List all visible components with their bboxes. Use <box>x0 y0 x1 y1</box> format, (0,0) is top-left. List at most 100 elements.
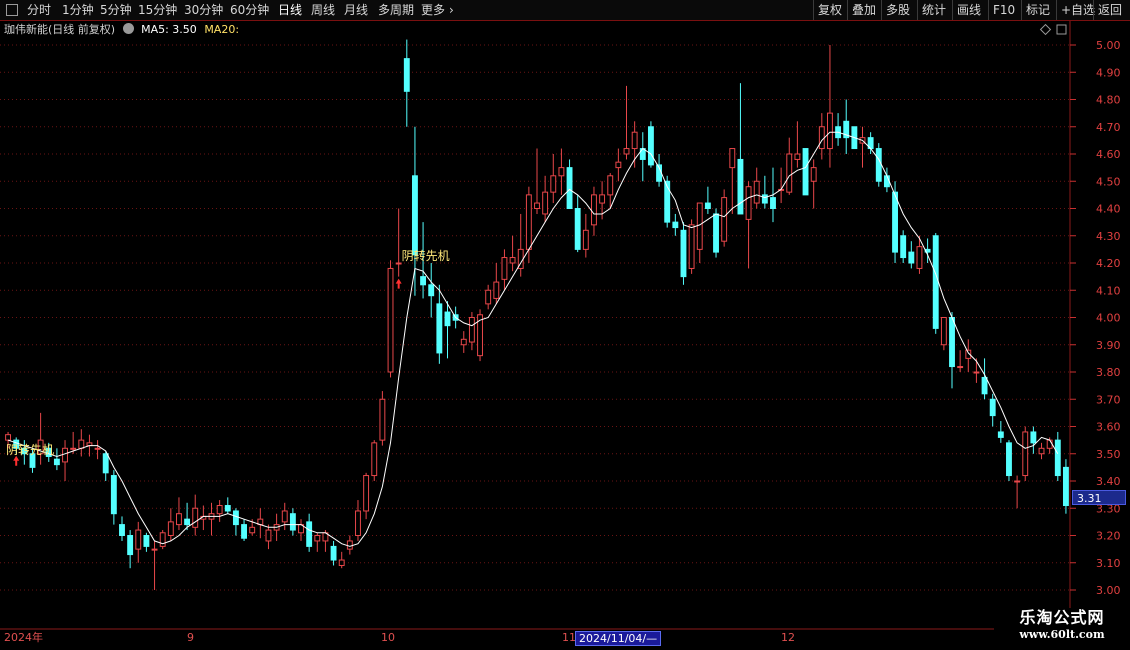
candle-body <box>428 284 435 297</box>
candle-body <box>232 510 239 526</box>
period-tab-4[interactable]: 30分钟 <box>184 0 223 20</box>
candle-body <box>883 175 890 188</box>
period-tab-5[interactable]: 60分钟 <box>230 0 269 20</box>
candle-body <box>176 513 182 526</box>
candle-body <box>485 289 492 305</box>
period-tab-3[interactable]: 15分钟 <box>138 0 177 20</box>
candle-body <box>62 447 68 463</box>
candle-body <box>249 526 256 534</box>
price-label: 3.60 <box>1096 421 1121 434</box>
candle-body <box>411 175 418 256</box>
period-tab-7[interactable]: 周线 <box>311 0 335 20</box>
period-tab-6[interactable]: 日线 <box>278 0 302 20</box>
candle-body <box>582 229 589 250</box>
date-label-nov: 11 <box>562 631 576 644</box>
tool-button-2[interactable]: 多股 <box>881 0 910 20</box>
candle-body <box>102 453 109 474</box>
price-label: 5.00 <box>1096 39 1121 52</box>
candle-body <box>534 202 540 210</box>
candle-body <box>981 376 988 395</box>
candle-body <box>745 186 752 220</box>
price-label: 4.20 <box>1096 257 1121 270</box>
candle-body <box>192 507 199 528</box>
candle-body <box>314 535 321 542</box>
candle-body <box>542 191 549 215</box>
candle-body <box>1062 466 1069 507</box>
candle-body <box>672 221 679 229</box>
tool-button-8[interactable]: 返回 <box>1093 0 1122 20</box>
square-icon[interactable] <box>1056 24 1067 35</box>
period-tab-0[interactable]: 分时 <box>27 0 51 20</box>
tool-button-3[interactable]: 统计 <box>917 0 946 20</box>
period-tab-8[interactable]: 月线 <box>344 0 368 20</box>
price-label: 4.10 <box>1096 284 1121 297</box>
candle-body <box>70 447 77 450</box>
signal-label: 阴转先机 <box>402 248 450 263</box>
price-label: 3.50 <box>1096 448 1121 461</box>
tool-button-6[interactable]: 标记 <box>1021 0 1050 20</box>
ma5-line <box>7 131 1059 547</box>
candle-body <box>493 281 500 299</box>
candle-body <box>908 251 915 264</box>
price-label: 3.20 <box>1096 530 1121 543</box>
candle-body <box>892 191 898 253</box>
candle-body <box>786 153 793 193</box>
watermark-title: 乐淘公式网 <box>1019 608 1105 627</box>
candle-body <box>403 58 410 92</box>
candle-body <box>143 535 150 547</box>
candle-body <box>688 224 695 269</box>
price-axis: 5.00 4.90 4.80 4.70 4.60 4.50 4.40 4.30 4.20 4.10… <box>1069 21 1121 630</box>
candle-body <box>940 317 947 346</box>
tool-button-4[interactable]: 画线 <box>952 0 981 20</box>
candle-body <box>363 475 370 512</box>
candle-body <box>721 197 728 242</box>
candle-body <box>916 246 923 269</box>
date-label-year: 2024年 <box>4 631 43 644</box>
period-tab-9[interactable]: 多周期 <box>378 0 414 20</box>
candle-body <box>802 148 809 196</box>
price-label: 3.90 <box>1096 339 1121 352</box>
candle-body <box>379 398 386 441</box>
tool-button-7[interactable]: +自选 <box>1056 0 1095 20</box>
date-cursor-label: 2024/11/04/— <box>575 631 662 646</box>
tool-button-1[interactable]: 叠加 <box>847 0 876 20</box>
candle-body <box>501 257 508 280</box>
candle-body <box>1046 439 1053 449</box>
candle-body <box>794 153 801 160</box>
price-label: 4.60 <box>1096 148 1121 161</box>
candle-body <box>289 513 296 531</box>
candle-body <box>989 398 996 417</box>
price-label: 4.70 <box>1096 121 1121 134</box>
candle-body <box>949 317 955 368</box>
candle-body <box>973 371 980 374</box>
candle-body <box>957 366 964 369</box>
candle-body <box>371 442 378 477</box>
candle-body <box>558 167 565 177</box>
candle-body <box>110 475 117 515</box>
diamond-icon[interactable] <box>1039 23 1052 36</box>
more-chevron-icon[interactable]: › <box>449 0 454 20</box>
candle-body <box>761 194 768 204</box>
candle-body <box>770 197 776 210</box>
tool-button-5[interactable]: F10 <box>988 0 1015 20</box>
period-tab-1[interactable]: 1分钟 <box>62 0 94 20</box>
candle-body <box>1014 480 1021 483</box>
date-label-dec: 12 <box>781 631 795 644</box>
window-menu-icon[interactable] <box>6 4 18 16</box>
candle-body <box>5 434 12 441</box>
kline-chart[interactable]: 5.00 4.90 4.80 4.70 4.60 4.50 4.40 4.30 4.20 4.10… <box>0 21 1130 630</box>
date-label-sep: 9 <box>187 631 194 644</box>
candle-body <box>355 510 361 537</box>
price-label: 3.40 <box>1096 475 1121 488</box>
candle-body <box>509 257 516 264</box>
candle-body <box>753 180 760 204</box>
period-tab-2[interactable]: 5分钟 <box>100 0 132 20</box>
price-label: 4.30 <box>1096 230 1121 243</box>
period-tab-10[interactable]: 更多 <box>421 0 445 20</box>
candle-body <box>647 126 654 166</box>
candle-body <box>436 303 443 354</box>
candle-body <box>810 167 817 182</box>
tool-button-0[interactable]: 复权 <box>813 0 842 20</box>
candle-body <box>468 317 475 343</box>
candle-body <box>818 126 825 150</box>
